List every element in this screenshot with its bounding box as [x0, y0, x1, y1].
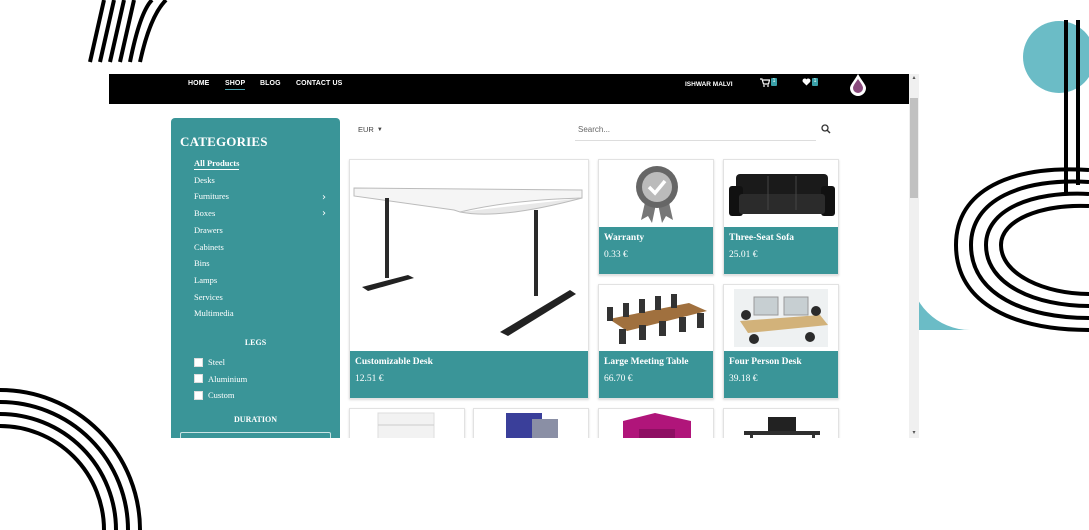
- heart-icon: [802, 78, 811, 86]
- legs-option[interactable]: Steel: [194, 357, 225, 367]
- meeting-table-image: [607, 294, 707, 344]
- product-price: 25.01 €: [729, 250, 758, 260]
- checkbox[interactable]: [194, 390, 203, 400]
- duration-input[interactable]: [180, 432, 331, 438]
- product-card[interactable]: Three-Seat Sofa 25.01 €: [723, 159, 839, 275]
- product-price: 0.33 €: [604, 250, 628, 260]
- chevron-right-icon[interactable]: ›: [322, 209, 326, 219]
- category-item[interactable]: Bins: [194, 258, 210, 268]
- cart-count-badge: 1: [771, 78, 777, 86]
- caret-down-icon: ▼: [376, 126, 383, 133]
- product-card[interactable]: Warranty 0.33 €: [598, 159, 714, 275]
- category-item[interactable]: Boxes: [194, 208, 215, 218]
- category-item[interactable]: Multimedia: [194, 308, 234, 318]
- page-scrollbar[interactable]: ▴ ▾: [909, 74, 919, 438]
- product-name[interactable]: Warranty: [604, 233, 644, 243]
- legs-title: LEGS: [244, 338, 267, 347]
- cart-button[interactable]: 1: [760, 78, 777, 87]
- pink-booth-image: [623, 413, 691, 438]
- user-menu[interactable]: ISHWAR MALVI: [685, 81, 733, 88]
- legs-option[interactable]: Custom: [194, 390, 234, 400]
- product-name[interactable]: Four Person Desk: [729, 357, 802, 367]
- decorative-arcs-right: [953, 20, 1089, 332]
- drawer-unit-image: [377, 412, 435, 438]
- product-card[interactable]: [723, 408, 839, 438]
- product-card[interactable]: [349, 408, 465, 438]
- scrollbar-thumb[interactable]: [910, 98, 918, 198]
- cart-icon: [760, 78, 770, 87]
- warranty-badge-image: [636, 166, 678, 223]
- checkbox[interactable]: [194, 374, 203, 383]
- nav-home-link[interactable]: HOME: [188, 80, 209, 87]
- category-item[interactable]: All Products: [194, 158, 240, 170]
- decorative-circle-teal-lower: [910, 270, 970, 330]
- checkbox[interactable]: [194, 357, 203, 367]
- legs-option-label: Steel: [208, 357, 225, 367]
- product-card[interactable]: [598, 408, 714, 438]
- category-item[interactable]: Services: [194, 292, 223, 302]
- search-input[interactable]: Search...: [575, 120, 816, 141]
- scroll-up-icon[interactable]: ▴: [911, 75, 917, 81]
- sofa-image: [729, 174, 835, 216]
- screen-panel-image: [506, 413, 558, 438]
- wishlist-button[interactable]: 1: [802, 78, 818, 86]
- product-name[interactable]: Large Meeting Table: [604, 357, 688, 367]
- product-price: 12.51 €: [355, 374, 384, 384]
- drop-logo-icon: [850, 74, 866, 96]
- duration-title: DURATION: [234, 415, 277, 424]
- four-person-desk-image: [734, 289, 828, 347]
- product-card[interactable]: Customizable Desk 12.51 €: [349, 159, 589, 399]
- currency-select[interactable]: EUR ▼: [358, 125, 383, 134]
- product-card[interactable]: Large Meeting Table 66.70 €: [598, 284, 714, 399]
- office-desk-image: [744, 417, 820, 438]
- currency-label: EUR: [358, 125, 374, 134]
- decorative-circle-teal: [1023, 21, 1089, 93]
- desk-image: [353, 187, 583, 336]
- category-item[interactable]: Furnitures: [194, 191, 229, 201]
- product-card[interactable]: Four Person Desk 39.18 €: [723, 284, 839, 399]
- scroll-down-icon[interactable]: ▾: [911, 430, 917, 436]
- legs-option-label: Aluminium: [208, 373, 248, 384]
- category-item[interactable]: Lamps: [194, 275, 217, 285]
- top-navbar: HOME SHOP BLOG CONTACT US ISHWAR MALVI 1…: [109, 74, 909, 104]
- search-icon[interactable]: [821, 124, 831, 134]
- legs-option-label: Custom: [208, 390, 235, 400]
- product-name[interactable]: Customizable Desk: [355, 357, 433, 367]
- browser-screenshot: HOME SHOP BLOG CONTACT US ISHWAR MALVI 1…: [109, 74, 919, 438]
- category-item[interactable]: Cabinets: [194, 242, 224, 252]
- product-price: 39.18 €: [729, 374, 758, 384]
- categories-title: CATEGORIES: [180, 134, 268, 149]
- wishlist-count-badge: 1: [812, 78, 818, 86]
- nav-blog-link[interactable]: BLOG: [260, 80, 281, 87]
- legs-option[interactable]: Aluminium: [194, 374, 247, 384]
- nav-shop-link[interactable]: SHOP: [225, 80, 246, 90]
- nav-contact-link[interactable]: CONTACT US: [296, 80, 342, 87]
- category-item[interactable]: Drawers: [194, 225, 223, 235]
- product-name[interactable]: Three-Seat Sofa: [729, 233, 794, 243]
- categories-sidebar: CATEGORIES All Products Desks › Furnitures ›…: [171, 118, 340, 438]
- category-item[interactable]: Desks: [194, 175, 215, 185]
- product-card[interactable]: [473, 408, 589, 438]
- product-price: 66.70 €: [604, 374, 633, 384]
- chevron-right-icon[interactable]: ›: [322, 192, 326, 203]
- decorative-stripes-top-left: [88, 0, 168, 63]
